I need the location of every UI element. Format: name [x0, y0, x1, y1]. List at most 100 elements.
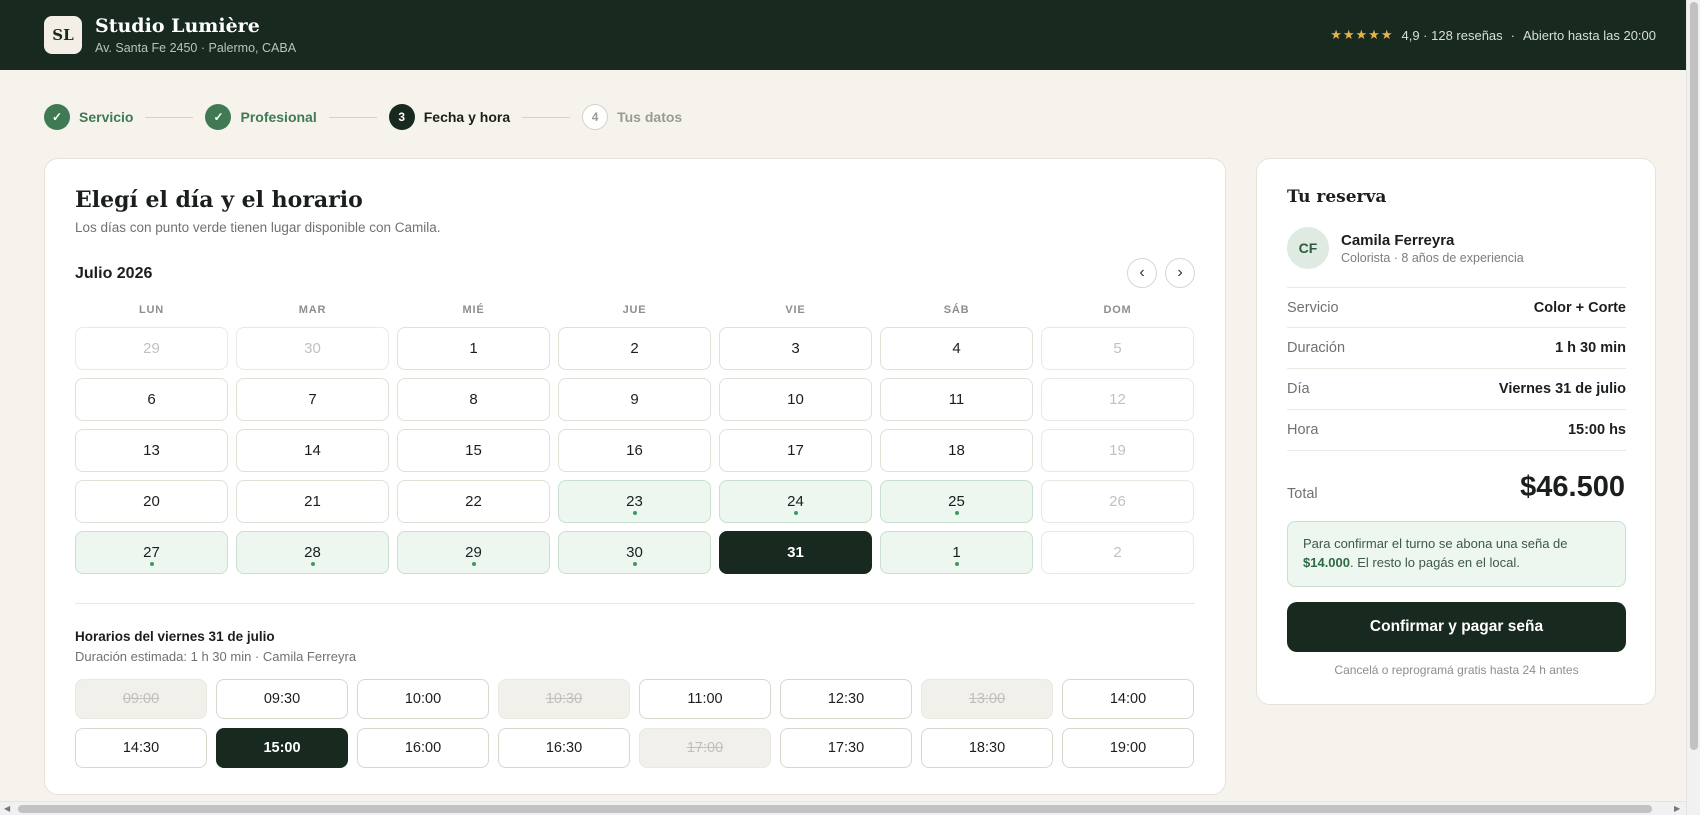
weekday-label: JUE	[622, 304, 647, 316]
calendar-subtitle: Los días con punto verde tienen lugar di…	[75, 220, 441, 235]
day-cell[interactable]: 16	[558, 429, 711, 472]
day-cell-disabled: 2	[1041, 531, 1194, 574]
chevron-left-icon: ‹	[1139, 264, 1145, 281]
time-slot[interactable]: 16:00	[357, 728, 489, 768]
time-slot-unavailable: 10:30	[498, 679, 630, 719]
time-slot[interactable]: 14:30	[75, 728, 207, 768]
month-label: Julio 2026	[75, 265, 153, 282]
day-cell[interactable]: 1	[397, 327, 550, 370]
day-cell[interactable]: 6	[75, 378, 228, 421]
day-cell[interactable]: 8	[397, 378, 550, 421]
deposit-amount: $14.000	[1303, 555, 1350, 570]
studio-meta: ★★★★★ 4,9 · 128 reseñas · Abierto hasta …	[1330, 27, 1656, 43]
scroll-left-arrow-icon[interactable]: ◀	[4, 804, 10, 813]
time-slot[interactable]: 16:30	[498, 728, 630, 768]
step-1: ✓ Servicio	[44, 104, 133, 130]
time-slot[interactable]: 14:00	[1062, 679, 1194, 719]
summary-row: Servicio Color + Corte	[1287, 287, 1626, 328]
day-cell[interactable]: 22	[397, 480, 550, 523]
selected-time-slot[interactable]: 15:00	[216, 728, 348, 768]
day-cell[interactable]: 24	[719, 480, 872, 523]
deposit-note-rest: . El resto lo pagás en el local.	[1350, 555, 1520, 570]
day-cell[interactable]: 30	[558, 531, 711, 574]
step-4: 4 Tus datos	[582, 104, 682, 130]
summary-title: Tu reserva	[1287, 187, 1387, 207]
day-cell[interactable]: 9	[558, 378, 711, 421]
top-bar: SL Studio Lumière Av. Santa Fe 2450 · Pa…	[0, 0, 1686, 70]
summary-row-value: 15:00 hs	[1567, 422, 1626, 438]
chevron-right-icon: ›	[1177, 264, 1183, 281]
studio-address: Av. Santa Fe 2450 · Palermo, CABA	[95, 41, 297, 55]
reservation-summary: Tu reserva CF Camila Ferreyra Colorista …	[1256, 158, 1656, 705]
day-cell[interactable]: 11	[880, 378, 1033, 421]
rating-stars-icon: ★★★★★	[1330, 27, 1394, 42]
summary-row: Duración 1 h 30 min	[1287, 328, 1626, 369]
step-label: Tus datos	[617, 109, 683, 125]
time-slot[interactable]: 09:30	[216, 679, 348, 719]
day-cell[interactable]: 29	[397, 531, 550, 574]
day-cell[interactable]: 10	[719, 378, 872, 421]
time-slot[interactable]: 12:30	[780, 679, 912, 719]
day-cell[interactable]: 14	[236, 429, 389, 472]
day-cell[interactable]: 7	[236, 378, 389, 421]
day-cell[interactable]: 4	[880, 327, 1033, 370]
day-cell-disabled: 12	[1041, 378, 1194, 421]
day-cell[interactable]: 21	[236, 480, 389, 523]
step-3: 3 Fecha y hora	[388, 104, 511, 130]
step-2: ✓ Profesional	[205, 104, 317, 130]
day-cell[interactable]: 15	[397, 429, 550, 472]
step-number: 4	[582, 104, 609, 130]
day-cell-disabled: 26	[1041, 480, 1194, 523]
vertical-scroll-thumb[interactable]	[1690, 2, 1698, 750]
deposit-note: Para confirmar el turno se abona una señ…	[1287, 521, 1626, 587]
day-cell[interactable]: 17	[719, 429, 872, 472]
weekday-label: VIE	[785, 304, 806, 316]
summary-rows: Servicio Color + Corte Duración 1 h 30 min D…	[1287, 287, 1626, 451]
scroll-right-arrow-icon[interactable]: ▶	[1674, 804, 1680, 813]
selected-day[interactable]: 31	[719, 531, 872, 574]
day-cell[interactable]: 20	[75, 480, 228, 523]
professional-name: Camila Ferreyra	[1341, 232, 1455, 249]
prev-month-button[interactable]: ‹	[1127, 258, 1157, 288]
time-slot[interactable]: 17:30	[780, 728, 912, 768]
summary-row: Día Viernes 31 de julio	[1287, 369, 1626, 410]
time-slot-unavailable: 13:00	[921, 679, 1053, 719]
weekday-label: MAR	[298, 304, 327, 316]
day-cell[interactable]: 25	[880, 480, 1033, 523]
horizontal-scrollbar[interactable]: ◀ ▶	[0, 801, 1686, 815]
time-slot[interactable]: 18:30	[921, 728, 1053, 768]
day-cell[interactable]: 1	[880, 531, 1033, 574]
cancellation-note: Cancelá o reprogramá gratis hasta 24 h a…	[1334, 663, 1579, 677]
step-connector	[145, 116, 194, 118]
vertical-scrollbar[interactable]	[1686, 0, 1700, 815]
summary-row-label: Duración	[1287, 340, 1346, 356]
confirm-pay-button[interactable]: Confirmar y pagar seña	[1287, 602, 1626, 652]
time-slot[interactable]: 10:00	[357, 679, 489, 719]
weekday-label: LUN	[138, 304, 164, 316]
day-cell[interactable]: 2	[558, 327, 711, 370]
weekday-label: SÁB	[943, 304, 970, 316]
times-title: Horarios del viernes 31 de julio	[75, 629, 275, 644]
time-slot-unavailable: 09:00	[75, 679, 207, 719]
step-number: 3	[388, 104, 415, 130]
weekday-label: MIÉ	[462, 304, 485, 316]
horizontal-scroll-thumb[interactable]	[18, 805, 1652, 813]
summary-row-label: Hora	[1287, 422, 1319, 438]
opening-hours: Abierto hasta las 20:00	[1523, 27, 1656, 43]
day-cell[interactable]: 18	[880, 429, 1033, 472]
day-cell[interactable]: 27	[75, 531, 228, 574]
step-label: Fecha y hora	[423, 109, 511, 125]
day-cell[interactable]: 28	[236, 531, 389, 574]
total-label: Total	[1287, 486, 1318, 502]
calendar-title: Elegí el día y el horario	[75, 187, 363, 213]
time-slot[interactable]: 11:00	[639, 679, 771, 719]
section-divider	[75, 603, 1195, 604]
studio-name: Studio Lumière	[95, 15, 260, 37]
time-slot-grid: 09:00 09:30 10:00 10:30 11:00 12:30 13:00 14:00…	[75, 679, 1195, 768]
summary-row-value: Viernes 31 de julio	[1498, 381, 1626, 397]
day-cell[interactable]: 3	[719, 327, 872, 370]
next-month-button[interactable]: ›	[1165, 258, 1195, 288]
day-cell[interactable]: 13	[75, 429, 228, 472]
time-slot[interactable]: 19:00	[1062, 728, 1194, 768]
day-cell[interactable]: 23	[558, 480, 711, 523]
